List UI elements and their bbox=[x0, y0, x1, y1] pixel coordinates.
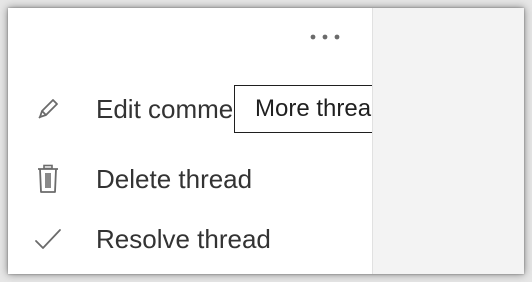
more-thread-actions-button[interactable] bbox=[300, 20, 350, 54]
ellipsis-icon bbox=[310, 34, 340, 40]
delete-thread-menu-item[interactable]: Delete thread bbox=[8, 156, 372, 202]
thread-actions-window: Edit comment Delete thread Resolve threa… bbox=[8, 8, 524, 274]
resolve-thread-label: Resolve thread bbox=[96, 223, 271, 254]
thread-actions-menu: Edit comment Delete thread Resolve threa… bbox=[8, 8, 524, 274]
edit-comment-label: Edit comment bbox=[96, 93, 255, 124]
delete-thread-label: Delete thread bbox=[96, 163, 253, 194]
pencil-icon bbox=[34, 95, 62, 123]
checkmark-icon bbox=[34, 225, 62, 253]
trash-icon bbox=[34, 164, 62, 193]
document-pane bbox=[373, 8, 524, 274]
resolve-thread-menu-item[interactable]: Resolve thread bbox=[8, 216, 372, 262]
